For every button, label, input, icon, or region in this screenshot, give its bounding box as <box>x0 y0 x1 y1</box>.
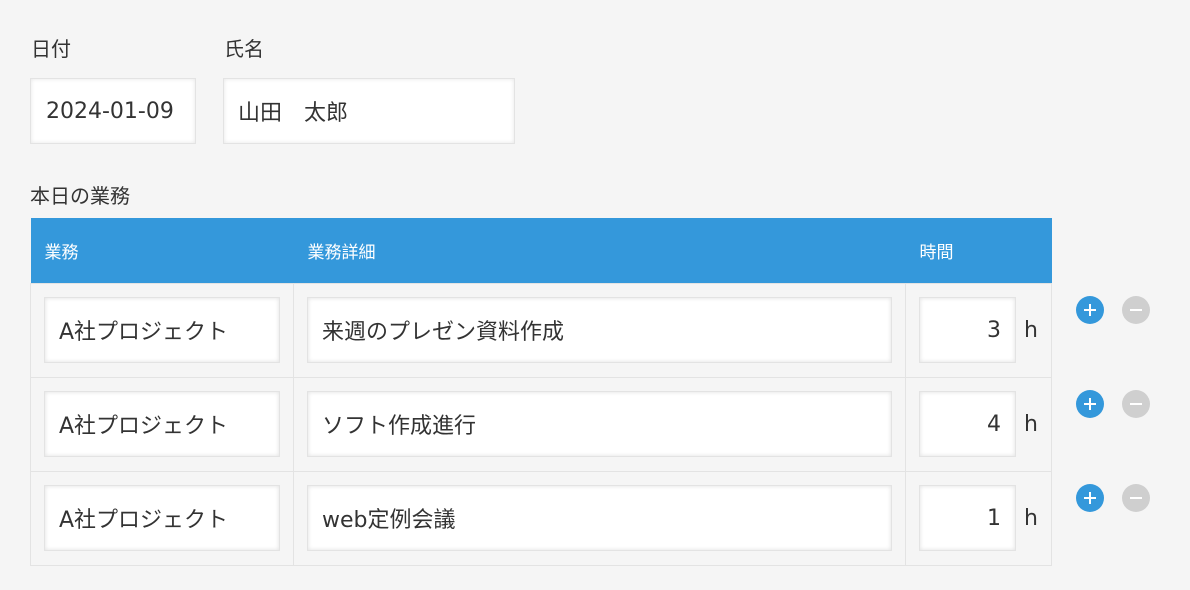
date-label: 日付 <box>31 37 71 61</box>
hours-cell: 4 h <box>905 376 1052 472</box>
add-row-button[interactable] <box>1076 484 1104 512</box>
task-cell: A社プロジェクト <box>30 282 294 378</box>
task-input[interactable]: A社プロジェクト <box>44 485 280 551</box>
remove-row-button[interactable] <box>1122 484 1150 512</box>
date-field[interactable]: 2024-01-09 <box>30 78 196 144</box>
header-task: 業務 <box>30 218 294 283</box>
tasks-table: 業務 業務詳細 時間 A社プロジェクト 来週のプレゼン資料作成 3 h A社プロ… <box>30 218 1052 566</box>
remove-row-button[interactable] <box>1122 390 1150 418</box>
task-input[interactable]: A社プロジェクト <box>44 297 280 363</box>
header-detail: 業務詳細 <box>293 218 906 283</box>
name-field[interactable]: 山田 太郎 <box>223 78 515 144</box>
task-input[interactable]: A社プロジェクト <box>44 391 280 457</box>
hours-input[interactable]: 3 <box>919 297 1016 363</box>
header-time: 時間 <box>905 218 1052 283</box>
hours-input[interactable]: 4 <box>919 391 1016 457</box>
minus-icon <box>1130 403 1142 405</box>
minus-icon <box>1130 497 1142 499</box>
add-row-button[interactable] <box>1076 296 1104 324</box>
detail-input[interactable]: web定例会議 <box>307 485 892 551</box>
task-cell: A社プロジェクト <box>30 470 294 566</box>
minus-icon <box>1130 309 1142 311</box>
hours-cell: 1 h <box>905 470 1052 566</box>
remove-row-button[interactable] <box>1122 296 1150 324</box>
hours-input[interactable]: 1 <box>919 485 1016 551</box>
name-label: 氏名 <box>224 37 264 61</box>
detail-input[interactable]: 来週のプレゼン資料作成 <box>307 297 892 363</box>
table-header-row: 業務 業務詳細 時間 <box>30 218 1052 283</box>
add-row-button[interactable] <box>1076 390 1104 418</box>
detail-cell: 来週のプレゼン資料作成 <box>293 282 906 378</box>
detail-input[interactable]: ソフト作成進行 <box>307 391 892 457</box>
table-row: A社プロジェクト ソフト作成進行 4 h <box>30 376 1052 472</box>
hours-unit: h <box>1024 411 1038 437</box>
hours-cell: 3 h <box>905 282 1052 378</box>
detail-cell: web定例会議 <box>293 470 906 566</box>
section-title: 本日の業務 <box>30 184 130 208</box>
table-row: A社プロジェクト 来週のプレゼン資料作成 3 h <box>30 282 1052 378</box>
hours-unit: h <box>1024 317 1038 343</box>
report-form: 日付 2024-01-09 氏名 山田 太郎 本日の業務 業務 業務詳細 時間 … <box>0 0 1190 590</box>
detail-cell: ソフト作成進行 <box>293 376 906 472</box>
hours-unit: h <box>1024 505 1038 531</box>
task-cell: A社プロジェクト <box>30 376 294 472</box>
table-row: A社プロジェクト web定例会議 1 h <box>30 470 1052 566</box>
